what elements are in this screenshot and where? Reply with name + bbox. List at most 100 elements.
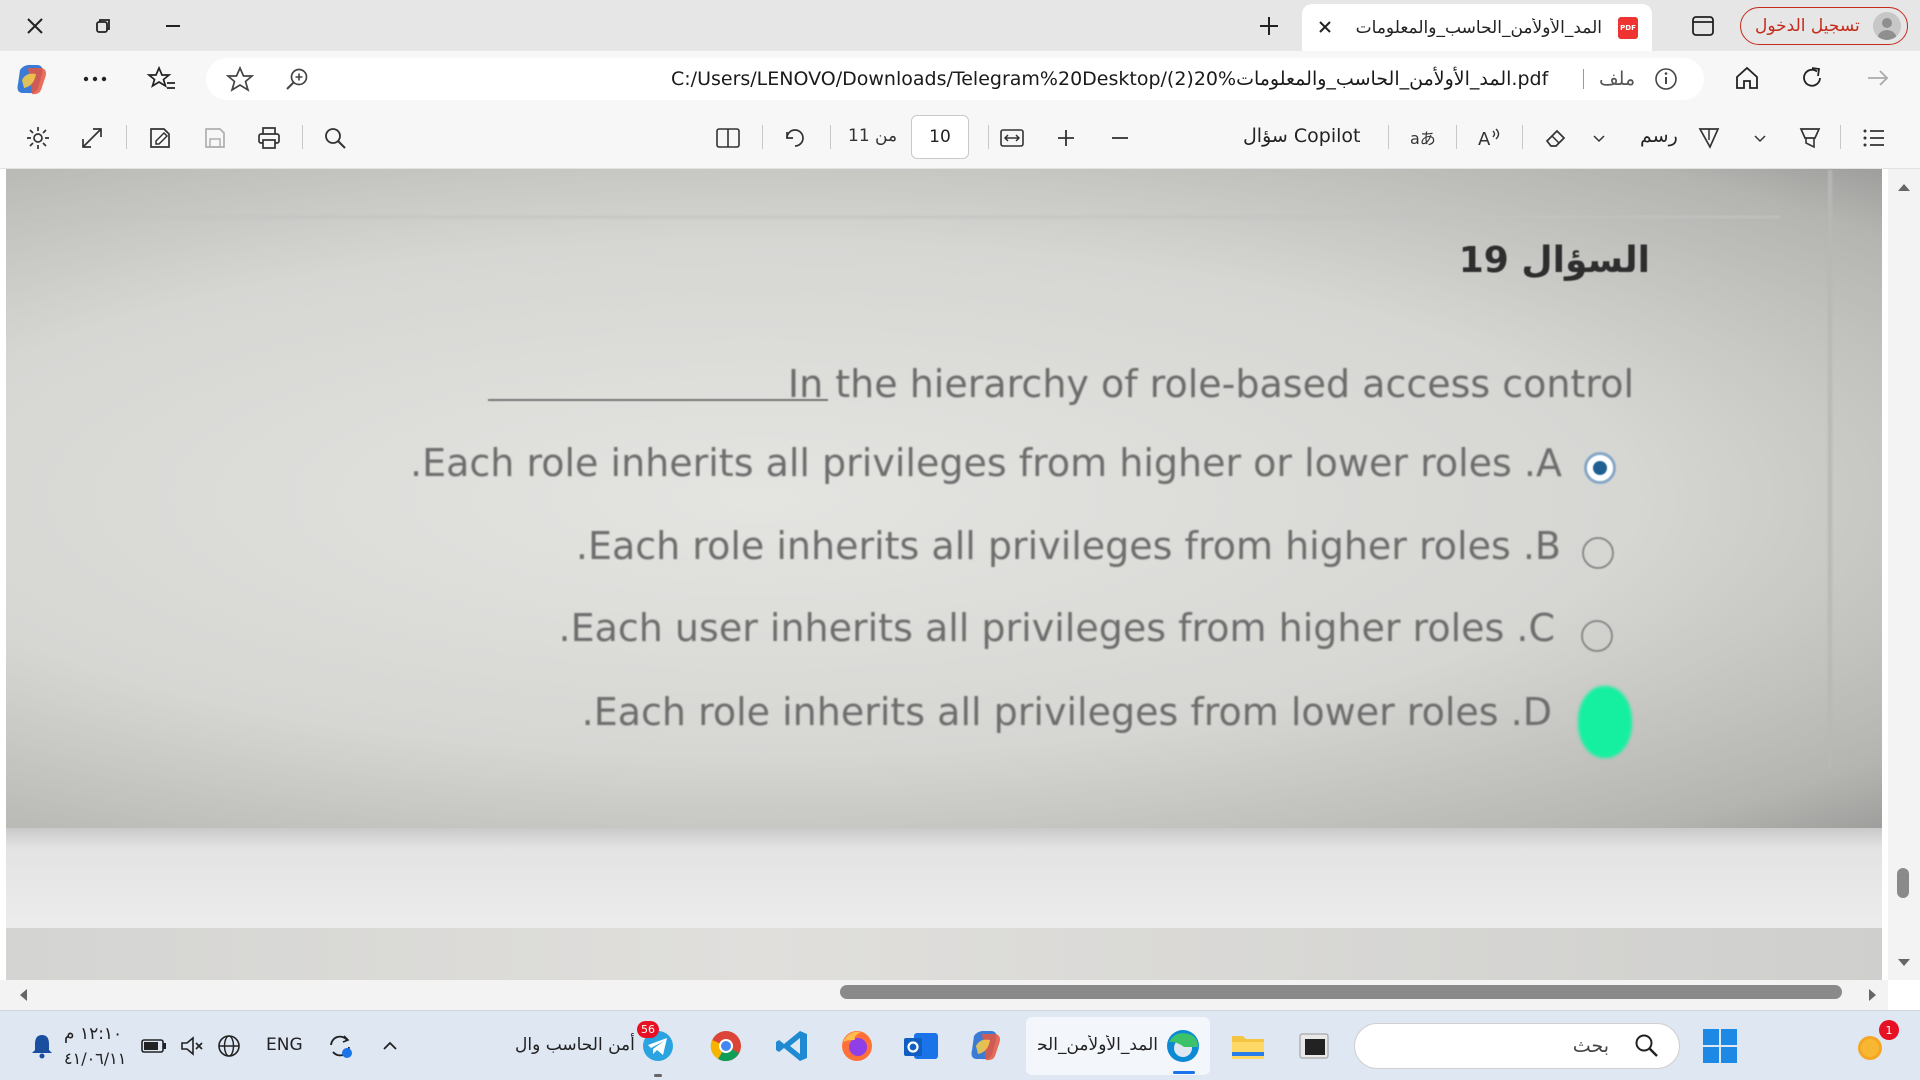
taskbar-app-outlook[interactable] <box>899 1024 943 1068</box>
option-b-text: .Each role inherits all privileges from … <box>575 524 1561 568</box>
draw-label[interactable]: رسم <box>1640 125 1678 147</box>
rotate-button[interactable] <box>781 124 809 152</box>
taskbar-app-firefox[interactable] <box>835 1024 879 1068</box>
erase-button[interactable] <box>1542 124 1570 152</box>
info-icon <box>1655 68 1677 90</box>
taskbar-app-telegram[interactable]: 56 <box>636 1021 680 1077</box>
site-info-button[interactable] <box>1653 66 1679 92</box>
url-text[interactable]: C:/Users/LENOVO/Downloads/Telegram%20Des… <box>671 68 1548 90</box>
home-icon <box>1736 66 1758 89</box>
refresh-button[interactable] <box>1798 64 1826 92</box>
running-indicator <box>654 1074 662 1077</box>
pdf-settings-button[interactable] <box>24 124 52 152</box>
scroll-left-icon[interactable] <box>14 980 34 1010</box>
save-button[interactable] <box>201 124 229 152</box>
translate-button[interactable]: aあ <box>1408 124 1436 152</box>
toolbar-separator <box>762 125 763 149</box>
plus-icon <box>1260 16 1278 35</box>
toolbar-separator <box>1840 125 1841 149</box>
chevron-down-icon <box>1754 135 1766 143</box>
restore-window-button[interactable] <box>68 0 138 51</box>
print-button[interactable] <box>255 124 283 152</box>
tab-actions-button[interactable] <box>1668 0 1738 51</box>
tab-title: المد_الأولأمن_الحاسب_والمعلومات ( <box>1352 17 1602 38</box>
new-tab-button[interactable] <box>1234 0 1304 51</box>
volume-tray-button[interactable] <box>170 1024 214 1068</box>
notifications-button[interactable] <box>20 1024 64 1068</box>
fit-to-width-button[interactable] <box>998 124 1026 152</box>
close-window-button[interactable] <box>0 0 70 51</box>
show-hidden-icons-button[interactable] <box>368 1024 412 1068</box>
sync-tray-button[interactable] <box>318 1024 362 1068</box>
taskbar-search[interactable]: بحث <box>1354 1023 1680 1069</box>
search-placeholder: بحث <box>1572 1035 1609 1057</box>
start-button[interactable] <box>1698 1024 1742 1068</box>
read-aloud-button[interactable]: A <box>1476 124 1504 152</box>
taskbar-app-file-explorer[interactable] <box>1226 1024 1270 1068</box>
taskbar-app-chrome[interactable] <box>704 1024 748 1068</box>
search-icon <box>1635 1034 1658 1057</box>
full-screen-button[interactable] <box>78 124 106 152</box>
favorites-button[interactable] <box>147 65 177 93</box>
plus-icon <box>1058 130 1074 146</box>
address-separator <box>1583 69 1584 89</box>
page-count-label: من 11 <box>848 126 898 146</box>
restore-icon <box>96 18 110 33</box>
question-text: In the hierarchy of role-based access co… <box>787 362 1634 406</box>
save-as-button[interactable] <box>146 124 174 152</box>
telegram-badge: 56 <box>637 1021 659 1038</box>
chrome-icon <box>710 1031 741 1062</box>
scroll-down-icon[interactable] <box>1888 953 1920 973</box>
minimize-window-button[interactable] <box>138 0 208 51</box>
page-edge <box>1828 170 1832 770</box>
find-button[interactable] <box>321 124 349 152</box>
address-bar[interactable]: C:/Users/LENOVO/Downloads/Telegram%20Des… <box>206 58 1704 100</box>
draw-button[interactable] <box>1695 124 1723 152</box>
outlook-icon <box>904 1033 938 1059</box>
page-view-button[interactable] <box>714 124 742 152</box>
copilot-sidebar-button[interactable] <box>14 62 50 96</box>
eraser-icon <box>1545 129 1566 147</box>
more-icon <box>83 76 107 82</box>
forward-button[interactable] <box>1864 64 1892 92</box>
vertical-scroll-thumb[interactable] <box>1897 868 1909 898</box>
draw-options-dropdown[interactable] <box>1585 124 1613 152</box>
input-language-indicator[interactable]: ENG <box>266 1035 303 1055</box>
widgets-button[interactable]: 1 <box>1850 1020 1899 1068</box>
clock-date[interactable]: ٤١/٠٦/١١ <box>64 1049 126 1068</box>
home-button[interactable] <box>1733 64 1761 92</box>
telegram-window-label[interactable]: أمن الحاسب وال <box>515 1035 635 1055</box>
scroll-up-icon[interactable] <box>1888 177 1920 197</box>
ask-copilot-button[interactable]: سؤال Copilot <box>1243 125 1360 147</box>
taskbar-app-terminal[interactable] <box>1292 1024 1336 1068</box>
widgets-badge: 1 <box>1879 1020 1899 1040</box>
add-favorite-button[interactable] <box>226 66 254 92</box>
browser-tab[interactable]: المد_الأولأمن_الحاسب_والمعلومات ( PDF <box>1302 4 1652 51</box>
vertical-scrollbar[interactable] <box>1888 169 1920 980</box>
tab-close-button[interactable] <box>1314 16 1336 38</box>
highlight-options-dropdown[interactable] <box>1746 124 1774 152</box>
horizontal-scroll-thumb[interactable] <box>840 985 1842 999</box>
taskbar-app-vscode[interactable] <box>770 1024 814 1068</box>
chevron-down-icon <box>1593 135 1605 143</box>
table-of-contents-button[interactable] <box>1860 124 1888 152</box>
clock-time[interactable]: ١٢:١٠ م <box>64 1024 122 1044</box>
zoom-in-button[interactable] <box>1052 124 1080 152</box>
highlight-button[interactable] <box>1796 124 1824 152</box>
taskbar-app-copilot[interactable] <box>965 1024 1009 1068</box>
option-a-radio <box>1584 452 1616 484</box>
zoom-button[interactable] <box>284 66 312 92</box>
scroll-right-icon[interactable] <box>1862 980 1882 1010</box>
page-gap <box>6 828 1882 928</box>
vscode-icon <box>776 1031 807 1061</box>
more-options-button[interactable] <box>80 66 110 92</box>
taskbar-app-edge[interactable]: المد_الأولأمن_الحا <box>1026 1017 1210 1075</box>
close-icon <box>27 17 43 34</box>
battery-tray-button[interactable] <box>132 1024 176 1068</box>
page-number-input[interactable]: 10 <box>911 115 969 159</box>
toolbar-separator <box>1456 125 1457 149</box>
answer-blank <box>488 399 828 401</box>
sign-in-button[interactable]: تسجيل الدخول <box>1740 7 1908 45</box>
zoom-out-button[interactable] <box>1106 124 1134 152</box>
edge-window-label: المد_الأولأمن_الحا <box>1038 1035 1158 1055</box>
